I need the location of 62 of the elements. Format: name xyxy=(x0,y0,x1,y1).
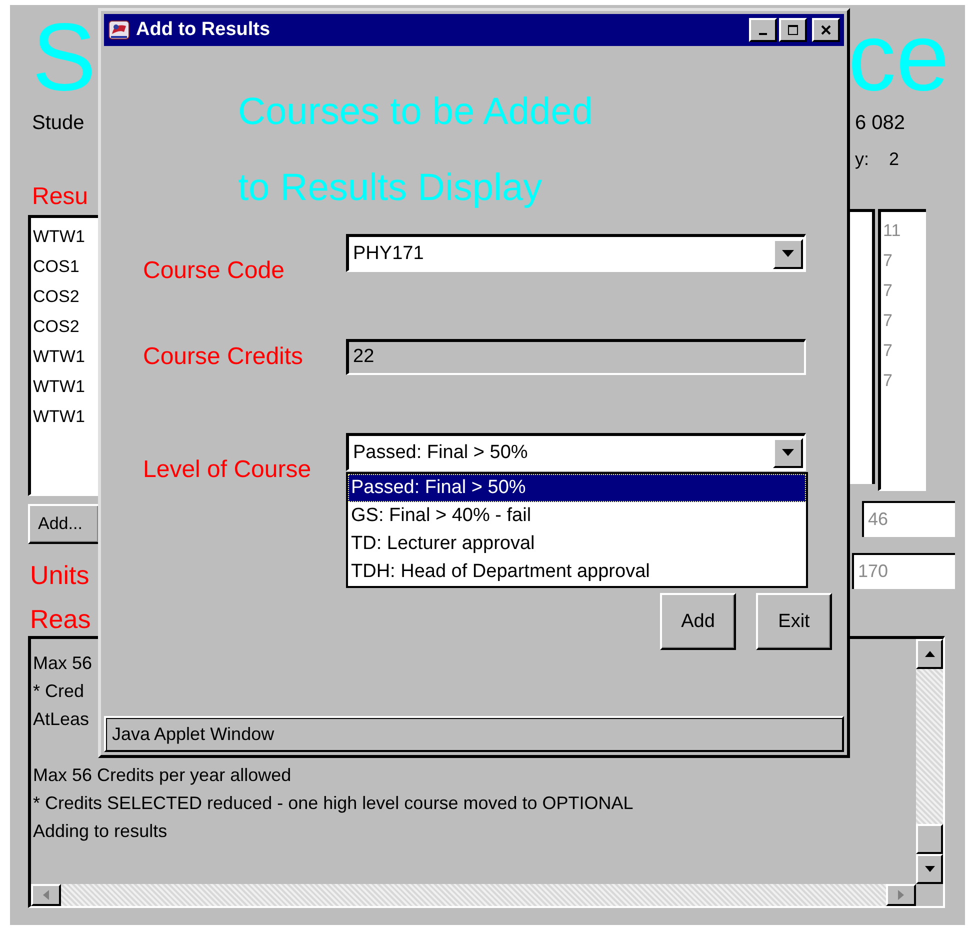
text-line: Max 56 xyxy=(33,652,92,675)
list-item[interactable]: COS2 xyxy=(31,282,98,312)
maximize-icon xyxy=(788,25,798,35)
scroll-thumb[interactable] xyxy=(916,824,943,854)
app-icon xyxy=(108,20,130,40)
student-label: Stude xyxy=(32,111,84,136)
close-button[interactable] xyxy=(812,18,840,42)
minimize-icon xyxy=(759,32,767,34)
text-line: * Cred xyxy=(33,680,84,703)
vertical-scrollbar[interactable] xyxy=(916,639,943,884)
horizontal-scrollbar[interactable] xyxy=(31,884,916,906)
window-title: Add to Results xyxy=(136,19,270,41)
credits-field[interactable]: 22 xyxy=(346,339,806,375)
close-icon xyxy=(821,25,831,35)
down-arrow-icon xyxy=(782,250,794,257)
minimize-button[interactable] xyxy=(749,18,777,42)
text-line: * Credits SELECTED reduced - one high level course moved to OPTIONAL xyxy=(33,792,634,815)
down-arrow-icon xyxy=(782,449,794,456)
reasons-label: Reas xyxy=(30,603,91,636)
left-arrow-icon xyxy=(43,890,49,900)
dialog-heading: to Results Display xyxy=(238,166,544,211)
text-line: AtLeas xyxy=(33,708,90,731)
scroll-left-button[interactable] xyxy=(31,884,61,906)
results-label: Resu xyxy=(32,183,88,211)
list-item[interactable]: WTW1 xyxy=(31,342,98,372)
field-label: Course Credits xyxy=(143,342,304,370)
text-line: Max 56 Credits per year allowed xyxy=(33,764,292,787)
dropdown-field[interactable]: PHY171 xyxy=(346,234,806,272)
add-button[interactable]: Add... xyxy=(28,504,98,544)
units-label: Units xyxy=(30,559,90,592)
text-line: Adding to results xyxy=(33,820,168,843)
down-arrow-icon xyxy=(924,866,934,872)
status-bar: Java Applet Window xyxy=(104,716,844,752)
applet-title: S xyxy=(32,13,96,103)
scroll-up-button[interactable] xyxy=(916,639,943,669)
field-label: Level of Course xyxy=(143,455,312,483)
applet-title: ce xyxy=(848,13,950,103)
student-number: 6 082 xyxy=(855,111,906,136)
list-item[interactable]: WTW1 xyxy=(31,372,98,402)
dropdown-option[interactable]: GS: Final > 40% - fail xyxy=(348,502,806,530)
scroll-down-button[interactable] xyxy=(916,854,943,884)
dropdown-value: PHY171 xyxy=(352,242,424,264)
field-label: Course Code xyxy=(143,256,286,284)
dropdown-button[interactable] xyxy=(773,438,803,468)
dropdown-option[interactable]: TD: Lecturer approval xyxy=(348,530,806,558)
up-arrow-icon xyxy=(924,651,934,657)
dropdown-button[interactable] xyxy=(773,238,803,268)
dropdown-option[interactable]: TDH: Head of Department approval xyxy=(348,558,806,586)
year-label: y: xyxy=(855,148,870,171)
dropdown-option[interactable]: Passed: Final > 50% xyxy=(348,474,806,502)
dialog-heading: Courses to be Added xyxy=(238,90,594,135)
list-item[interactable]: WTW1 xyxy=(31,402,98,432)
scroll-right-button[interactable] xyxy=(886,884,916,906)
list-item[interactable]: COS1 xyxy=(31,252,98,282)
dialog-button[interactable]: Exit xyxy=(756,593,832,650)
year-value: 2 xyxy=(889,148,900,171)
right-arrow-icon xyxy=(898,890,904,900)
maximize-button[interactable] xyxy=(779,18,807,42)
list-item[interactable]: COS2 xyxy=(31,312,98,342)
dialog-button[interactable]: Add xyxy=(660,593,736,650)
dropdown-value: Passed: Final > 50% xyxy=(352,442,528,464)
list-item[interactable]: WTW1 xyxy=(31,222,98,252)
